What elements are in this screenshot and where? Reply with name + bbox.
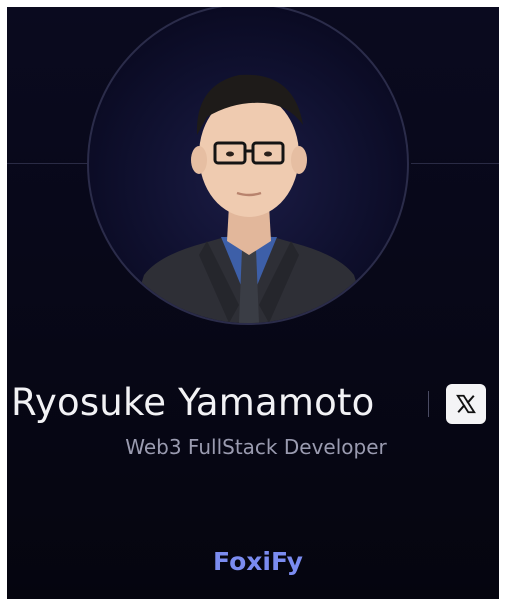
name-row: Ryosuke Yamamoto	[7, 379, 499, 427]
decorative-line-right	[411, 163, 499, 164]
profile-card: Ryosuke Yamamoto Web3 FullStack Develope…	[7, 7, 499, 599]
x-social-button[interactable]	[446, 384, 486, 424]
profile-role: Web3 FullStack Developer	[125, 435, 387, 459]
name-divider	[428, 391, 429, 417]
avatar-portrait	[129, 74, 369, 323]
brand-link[interactable]: FoxiFy	[7, 547, 499, 576]
decorative-line-left	[7, 163, 87, 164]
profile-name: Ryosuke Yamamoto	[11, 381, 375, 424]
avatar	[87, 7, 409, 325]
x-logo-icon	[456, 394, 476, 414]
